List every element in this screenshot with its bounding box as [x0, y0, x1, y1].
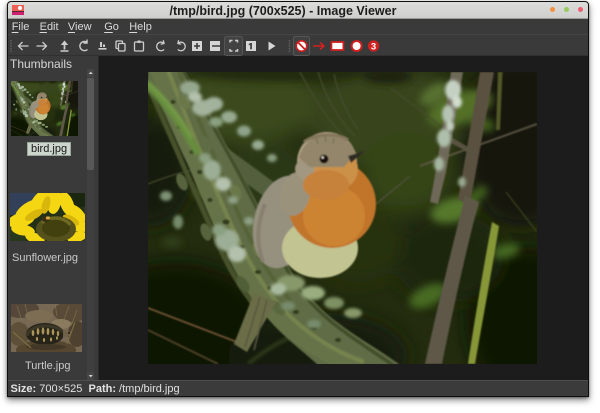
svg-text:3: 3 — [371, 42, 376, 53]
